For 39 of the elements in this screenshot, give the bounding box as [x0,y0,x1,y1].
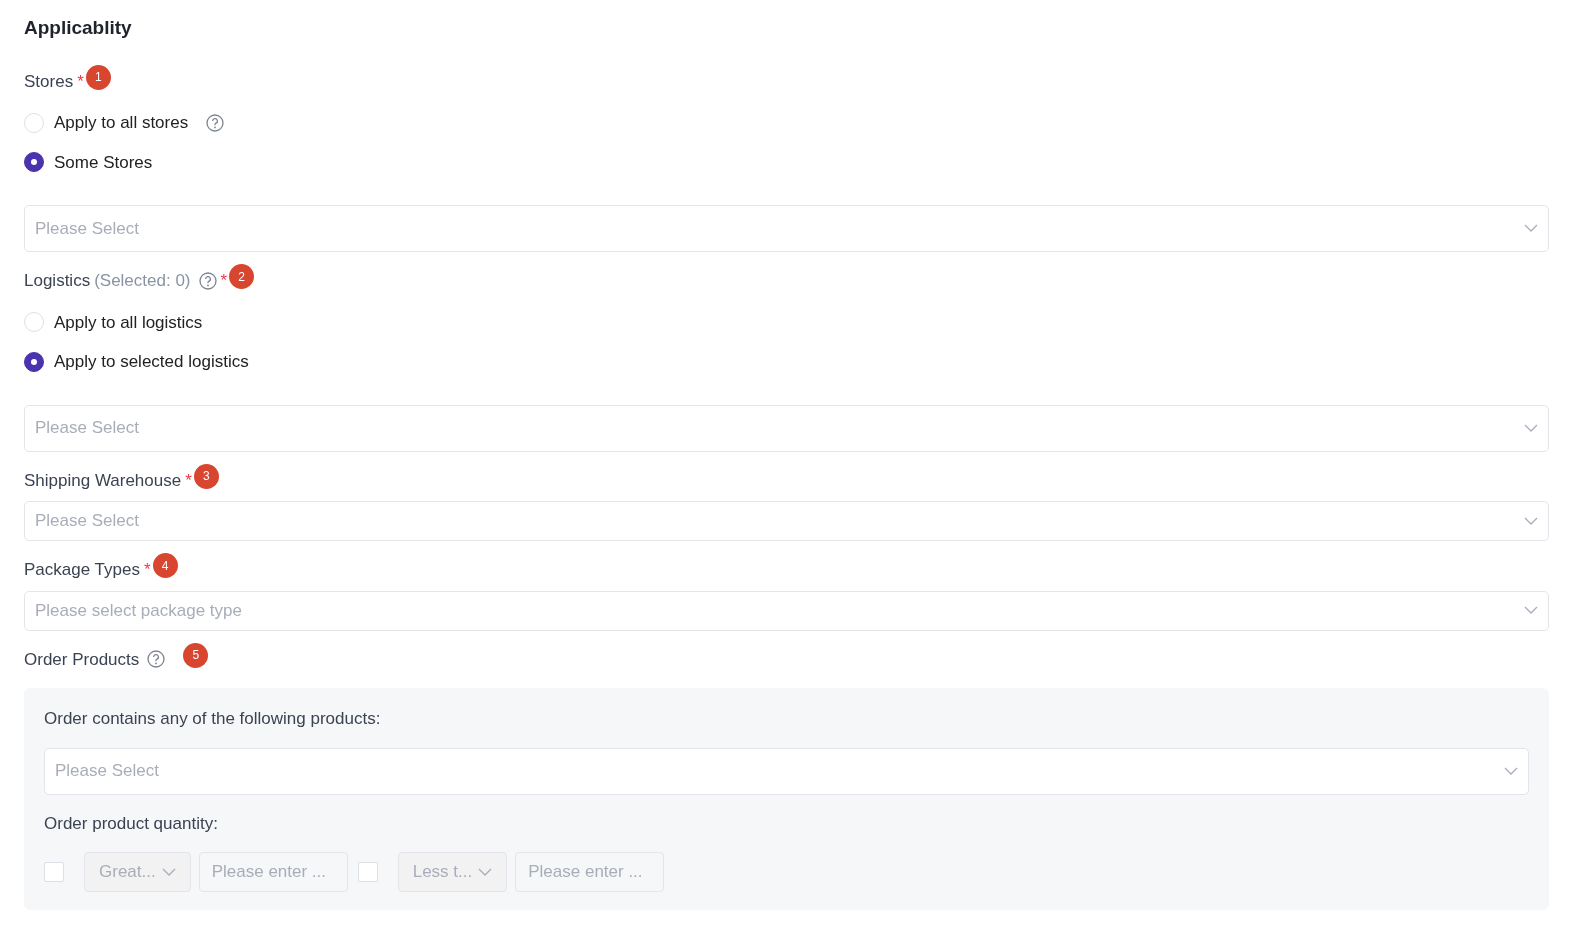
field-label: Package Types [24,559,140,581]
option-label: Apply to all stores [54,112,189,134]
section-title: Applicablity [24,16,133,40]
field-label: Shipping Warehouse [24,469,182,492]
field-label: Stores [24,70,74,93]
help-icon[interactable] [198,271,217,290]
step-badge: 3 [193,463,219,489]
required-mark: * [77,70,84,93]
required-mark: * [220,270,228,292]
field-label: Logistics [24,270,91,292]
select-field[interactable]: Please Select [44,747,1529,795]
option-label: Apply to selected logistics [54,351,249,373]
radio-button[interactable] [24,152,44,173]
chevron-down-icon [161,867,176,877]
step-badge: 2 [229,264,255,290]
select-field[interactable]: Please Select [24,501,1549,541]
chevron-down-icon [478,867,493,877]
chevron-down-icon [1524,516,1538,526]
step-badge: 4 [152,553,178,579]
chevron-down-icon [1504,766,1518,776]
selected-count: (Selected: 0) [94,270,191,292]
panel-label: Order product quantity: [44,812,219,835]
help-icon[interactable] [206,113,225,132]
chevron-down-icon [1524,606,1538,615]
help-icon[interactable] [147,650,166,669]
option-label: Some Stores [54,151,153,174]
step-badge: 5 [183,642,209,668]
required-mark: * [185,469,192,492]
select-field[interactable]: Please Select [24,404,1549,452]
field-label: Order Products [24,648,140,671]
required-mark: * [143,559,151,581]
option-label: Apply to all logistics [54,311,203,334]
radio-button[interactable] [24,351,44,372]
select-field[interactable]: Please Select [24,205,1549,252]
panel-label: Order contains any of the following products: [44,708,382,730]
chevron-down-icon [1524,423,1538,433]
chevron-down-icon [1524,224,1538,233]
step-badge: 1 [85,64,111,90]
select-field[interactable]: Please select package type [24,590,1549,631]
